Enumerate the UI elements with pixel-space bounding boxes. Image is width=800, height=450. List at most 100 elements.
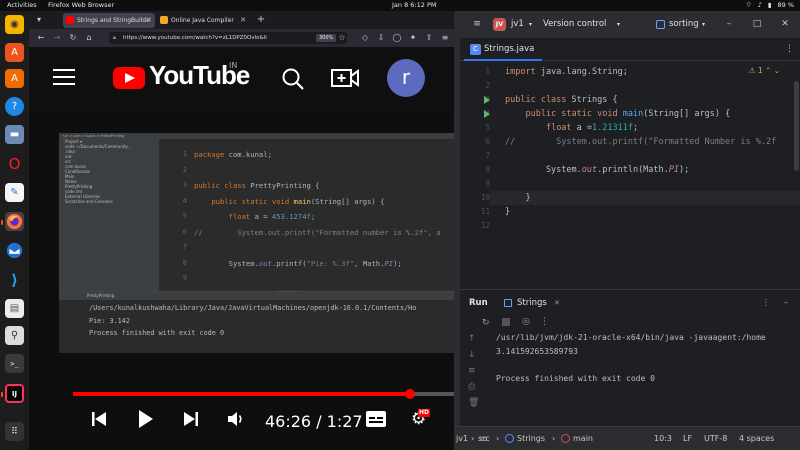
subtitles-icon[interactable] (365, 410, 387, 432)
run-config-chevron-icon[interactable]: ▾ (702, 11, 705, 38)
opera-icon[interactable]: O (5, 154, 24, 173)
document-viewer-icon[interactable]: ▤ (5, 299, 24, 318)
more-actions-icon[interactable]: ⋮ (540, 317, 549, 327)
intellij-icon[interactable]: IJ (5, 384, 24, 403)
pocket-icon[interactable]: ◇ (359, 32, 371, 44)
clear-icon[interactable]: 🗑︎ (468, 398, 479, 408)
vscode-icon[interactable]: ⟩ (5, 270, 24, 289)
scrubber-handle[interactable] (405, 389, 416, 399)
youtube-logo-icon[interactable] (113, 67, 145, 89)
tab-strings-stringbuilder[interactable]: Strings and StringBuilde ✕ (63, 13, 155, 28)
console-line: 3.141592653589793 (496, 346, 578, 356)
video-player[interactable]: src > com > kunal > PrettyPrinting Proje… (29, 109, 454, 450)
ubuntu-software-icon[interactable]: A (5, 43, 24, 62)
project-chevron-icon[interactable]: ▾ (529, 11, 532, 38)
home-icon[interactable]: ⌂ (83, 32, 95, 44)
chevron-right-icon: › (496, 434, 500, 443)
status-path-main[interactable]: main (573, 427, 593, 450)
maximize-icon[interactable]: □ (750, 11, 764, 38)
vcs-widget[interactable]: Version control (543, 11, 606, 38)
scroll-down-icon[interactable]: ↓ (468, 350, 476, 360)
play-icon[interactable] (138, 409, 154, 433)
account-icon[interactable]: ◯ (391, 32, 403, 44)
url-text: https://www.youtube.com/watch?v=zL1DPZ0O… (123, 35, 267, 41)
video-ide-project-tree: Project ▾ code ~/Documents/Community... .… (59, 139, 159, 291)
terminal-icon[interactable]: >_ (5, 354, 24, 373)
vcs-chevron-icon[interactable]: ▾ (617, 11, 620, 38)
wifi-icon: ⌔ (745, 1, 752, 9)
thunderbird-icon[interactable] (5, 241, 24, 260)
status-path-src[interactable]: src (478, 427, 490, 450)
extensions-icon[interactable]: ✦ (407, 32, 419, 44)
system-tray[interactable]: ⌔ ♪ ▮ 89 % (746, 0, 794, 11)
close-run-tab-icon[interactable]: ✕ (554, 290, 560, 316)
close-tab-icon[interactable]: ✕ (146, 13, 152, 28)
previous-icon[interactable] (91, 411, 107, 431)
rerun-icon[interactable]: ↻ (482, 318, 490, 328)
run-class-icon[interactable] (484, 96, 490, 104)
soft-wrap-icon[interactable]: ≡ (468, 366, 476, 376)
hide-panel-icon[interactable]: – (784, 290, 788, 316)
line-number: 3 (182, 181, 187, 189)
close-window-icon[interactable]: ✕ (778, 11, 792, 38)
line-separator[interactable]: LF (683, 427, 692, 450)
files-icon[interactable]: ▬ (5, 125, 24, 144)
next-icon[interactable] (183, 411, 199, 431)
guide-menu-icon[interactable] (53, 69, 75, 85)
app-grid-icon[interactable]: ⠿ (5, 422, 24, 441)
video-ide-run-header: PrettyPrinting (59, 292, 454, 300)
close-tab-icon[interactable]: ✕ (240, 13, 246, 28)
help-icon[interactable]: ? (5, 97, 24, 116)
status-path-jv1[interactable]: jv1 (456, 427, 468, 450)
chevron-right-icon: › (552, 434, 556, 443)
menu-icon[interactable]: ≡ (439, 32, 451, 44)
share-icon[interactable]: ⇪ (423, 32, 435, 44)
run-config-tab[interactable]: Strings (517, 290, 547, 316)
text-editor-icon[interactable]: ✎ (5, 183, 24, 202)
run-panel-options-icon[interactable]: ⋮ (762, 290, 771, 316)
indent-setting[interactable]: 4 spaces (739, 427, 774, 450)
main-menu-icon[interactable]: ≡ (470, 11, 484, 38)
back-icon[interactable]: ← (35, 32, 47, 44)
vertical-scrollbar[interactable] (794, 81, 799, 171)
bookmark-star-icon[interactable]: ☆ (336, 32, 348, 44)
app-menu[interactable]: Firefox Web Browser (48, 0, 114, 11)
new-tab-button[interactable]: + (255, 14, 267, 26)
minimize-icon[interactable]: – (722, 11, 736, 38)
print-icon[interactable]: ⎙ (468, 382, 475, 392)
create-video-icon[interactable] (331, 67, 359, 89)
code-editor[interactable]: 1 2 3 4 5 6 7 8 9 10 11 12 ⚠ 1 ⌃ ⌄ import java.lang… (460, 61, 800, 330)
zoom-level[interactable]: 300% (316, 34, 337, 42)
line-number: 6 (485, 137, 490, 146)
video-progress-bar[interactable] (73, 389, 454, 399)
tab-strings-java[interactable]: C Strings.java (464, 38, 543, 61)
stop-icon[interactable] (502, 318, 510, 326)
rhythmbox-icon[interactable]: ◉ (5, 15, 24, 34)
run-tool-title[interactable]: Run (469, 290, 488, 316)
run-config-selector[interactable]: sorting (669, 11, 699, 38)
status-path-strings[interactable]: Strings (517, 427, 545, 450)
activities-button[interactable]: Activities (7, 0, 37, 11)
volume-icon[interactable] (227, 411, 245, 431)
project-selector[interactable]: jv1 (511, 11, 524, 38)
search-icon[interactable]: ⚲ (5, 326, 24, 345)
software-store-icon[interactable]: A (5, 69, 24, 88)
run-main-icon[interactable] (484, 110, 490, 118)
tab-list-icon[interactable]: ▾ (33, 14, 45, 26)
downloads-icon[interactable]: ⇩ (375, 32, 387, 44)
video-ide-run-panel: PrettyPrinting /Users/kunalkushwaha/Libr… (59, 291, 454, 353)
forward-icon[interactable]: → (51, 32, 63, 44)
camera-icon[interactable]: ◎ (522, 317, 530, 327)
firefox-icon[interactable] (5, 212, 24, 231)
search-icon[interactable] (281, 67, 305, 91)
scroll-up-icon[interactable]: ↑ (468, 334, 476, 344)
reload-icon[interactable]: ↻ (67, 32, 79, 44)
avatar[interactable]: r (387, 59, 425, 97)
file-encoding[interactable]: UTF-8 (704, 427, 727, 450)
clock[interactable]: Jan 8 6:12 PM (392, 0, 436, 11)
url-bar[interactable]: 🔒︎ https://www.youtube.com/watch?v=zL1DP… (109, 32, 347, 44)
caret-position[interactable]: 10:3 (654, 427, 672, 450)
editor-menu-icon[interactable]: ⋮ (785, 38, 794, 61)
run-config-tab-icon (504, 299, 512, 307)
tab-online-java-compiler[interactable]: Online Java Compiler ✕ (157, 13, 249, 28)
